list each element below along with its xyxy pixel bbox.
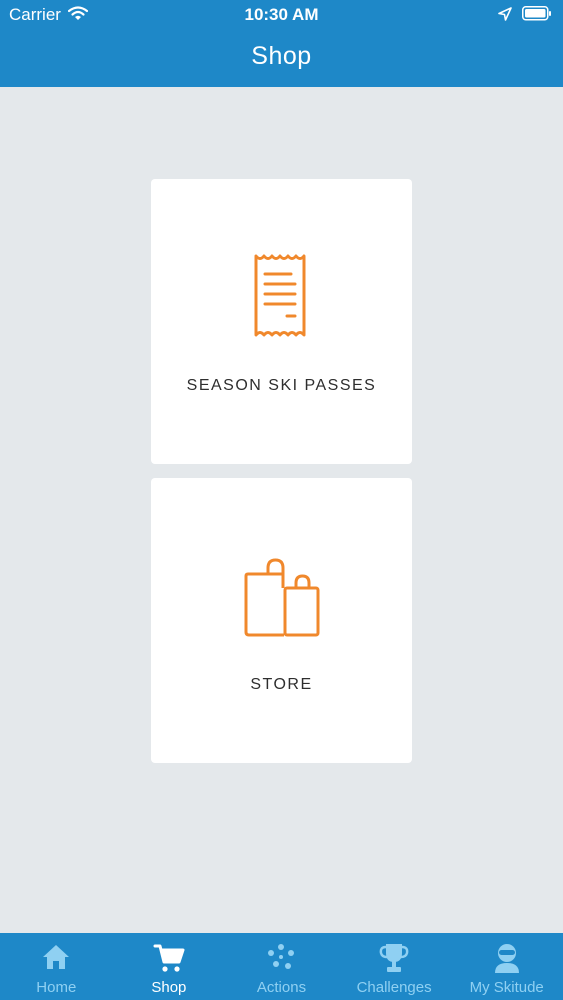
battery-icon bbox=[522, 6, 552, 26]
skier-icon bbox=[450, 942, 563, 976]
tab-challenges[interactable]: Challenges bbox=[338, 933, 451, 1000]
home-icon bbox=[0, 942, 113, 976]
store-card[interactable]: STORE bbox=[151, 478, 412, 763]
page-title: Shop bbox=[251, 42, 312, 70]
tab-label: Challenges bbox=[356, 979, 432, 996]
trophy-icon bbox=[338, 942, 451, 976]
season-ski-passes-card[interactable]: SEASON SKI PASSES bbox=[151, 179, 412, 464]
tab-label: Home bbox=[36, 979, 77, 996]
tab-label: Actions bbox=[256, 979, 307, 996]
status-bar: Carrier 10:30 AM bbox=[0, 0, 563, 30]
clock: 10:30 AM bbox=[244, 5, 319, 24]
top-bar: Carrier 10:30 AM Shop bbox=[0, 0, 563, 87]
tab-label: My Skitude bbox=[469, 979, 544, 996]
tab-my-skitude[interactable]: My Skitude bbox=[450, 933, 563, 1000]
tab-bar: Home Shop Actions Challenges My Skitude bbox=[0, 933, 563, 1000]
receipt-icon bbox=[251, 253, 311, 348]
season-ski-passes-label: SEASON SKI PASSES bbox=[186, 377, 377, 394]
tab-home[interactable]: Home bbox=[0, 933, 113, 1000]
tab-shop[interactable]: Shop bbox=[113, 933, 226, 1000]
cart-icon bbox=[113, 942, 226, 976]
tab-label: Shop bbox=[151, 979, 187, 996]
store-label: STORE bbox=[250, 676, 313, 693]
location-arrow-icon bbox=[498, 6, 512, 26]
dots-icon bbox=[225, 942, 338, 976]
tab-actions[interactable]: Actions bbox=[225, 933, 338, 1000]
shopping-bags-icon bbox=[244, 558, 324, 645]
